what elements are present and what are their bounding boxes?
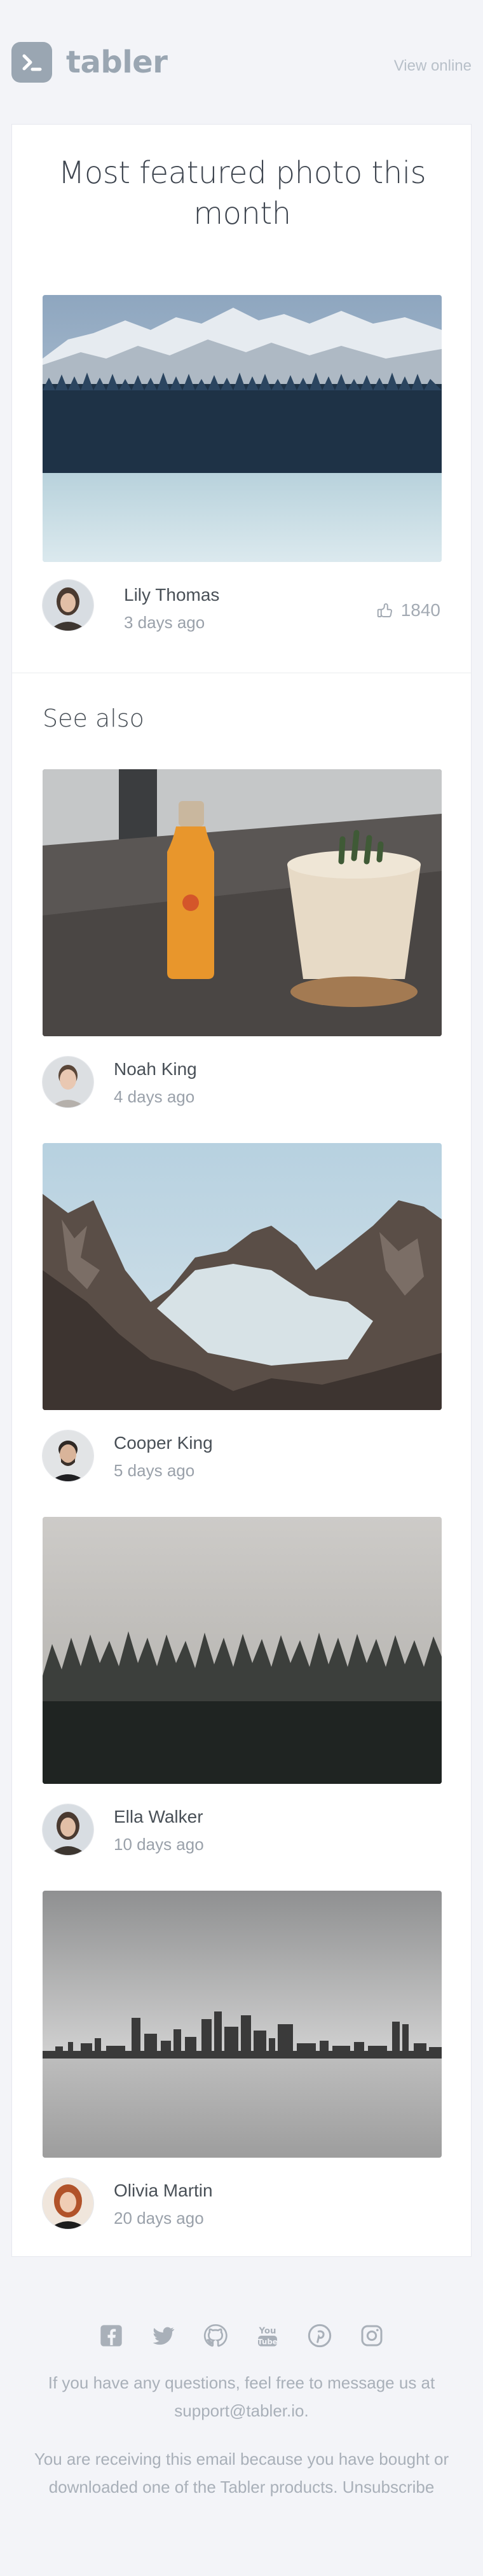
photo-card-image[interactable]: [43, 769, 442, 1036]
see-also-heading: See also: [43, 704, 144, 732]
avatar[interactable]: [43, 1057, 93, 1107]
question-text: If you have any questions, feel free to …: [48, 2373, 435, 2392]
svg-text:Tube: Tube: [257, 2337, 277, 2346]
author-date: 10 days ago: [114, 1835, 204, 1854]
email-footer: You Tube If you have any questions, feel …: [0, 2257, 483, 2576]
logo-text: tabler: [66, 45, 168, 80]
avatar[interactable]: [43, 1430, 93, 1481]
email-header: tabler View online: [0, 0, 483, 124]
instagram-icon[interactable]: [358, 2322, 386, 2350]
photo-card-image[interactable]: [43, 1891, 442, 2158]
support-email-link[interactable]: support@tabler.io.: [174, 2401, 308, 2420]
email-page: tabler View online Most featured photo t…: [0, 0, 483, 2576]
photo-card-image[interactable]: [43, 1517, 442, 1784]
pinterest-icon[interactable]: [306, 2322, 334, 2350]
avatar[interactable]: [43, 2178, 93, 2229]
content-card: Most featured photo this month Lily Thom…: [11, 124, 472, 2257]
terminal-icon: [11, 42, 52, 83]
footer-notice-text: You are receiving this email because you…: [25, 2445, 458, 2501]
facebook-icon[interactable]: [97, 2322, 125, 2350]
avatar[interactable]: [43, 580, 93, 631]
author-date: 4 days ago: [114, 1087, 195, 1106]
github-icon[interactable]: [201, 2322, 229, 2350]
social-links: You Tube: [0, 2322, 483, 2350]
avatar[interactable]: [43, 1804, 93, 1855]
featured-photo[interactable]: [43, 295, 442, 562]
author-date: 5 days ago: [114, 1461, 195, 1480]
author-name[interactable]: Ella Walker: [114, 1807, 203, 1827]
author-name[interactable]: Noah King: [114, 1059, 197, 1079]
likes-counter[interactable]: 1840: [376, 600, 440, 620]
svg-text:You: You: [258, 2327, 276, 2336]
likes-count: 1840: [400, 600, 440, 620]
author-name[interactable]: Cooper King: [114, 1433, 213, 1453]
tabler-logo[interactable]: tabler: [11, 42, 168, 83]
author-date: 20 days ago: [114, 2209, 204, 2228]
featured-title: Most featured photo this month: [58, 155, 426, 231]
view-online-link[interactable]: View online: [394, 57, 472, 75]
youtube-icon[interactable]: You Tube: [254, 2322, 282, 2350]
footer-contact-text: If you have any questions, feel free to …: [25, 2369, 458, 2425]
author-name[interactable]: Lily Thomas: [124, 585, 219, 605]
author-name[interactable]: Olivia Martin: [114, 2181, 213, 2201]
photo-card-image[interactable]: [43, 1143, 442, 1410]
thumbs-up-icon: [377, 603, 392, 617]
author-date: 3 days ago: [124, 613, 205, 632]
unsubscribe-link[interactable]: Unsubscribe: [343, 2477, 435, 2497]
twitter-icon[interactable]: [149, 2322, 177, 2350]
